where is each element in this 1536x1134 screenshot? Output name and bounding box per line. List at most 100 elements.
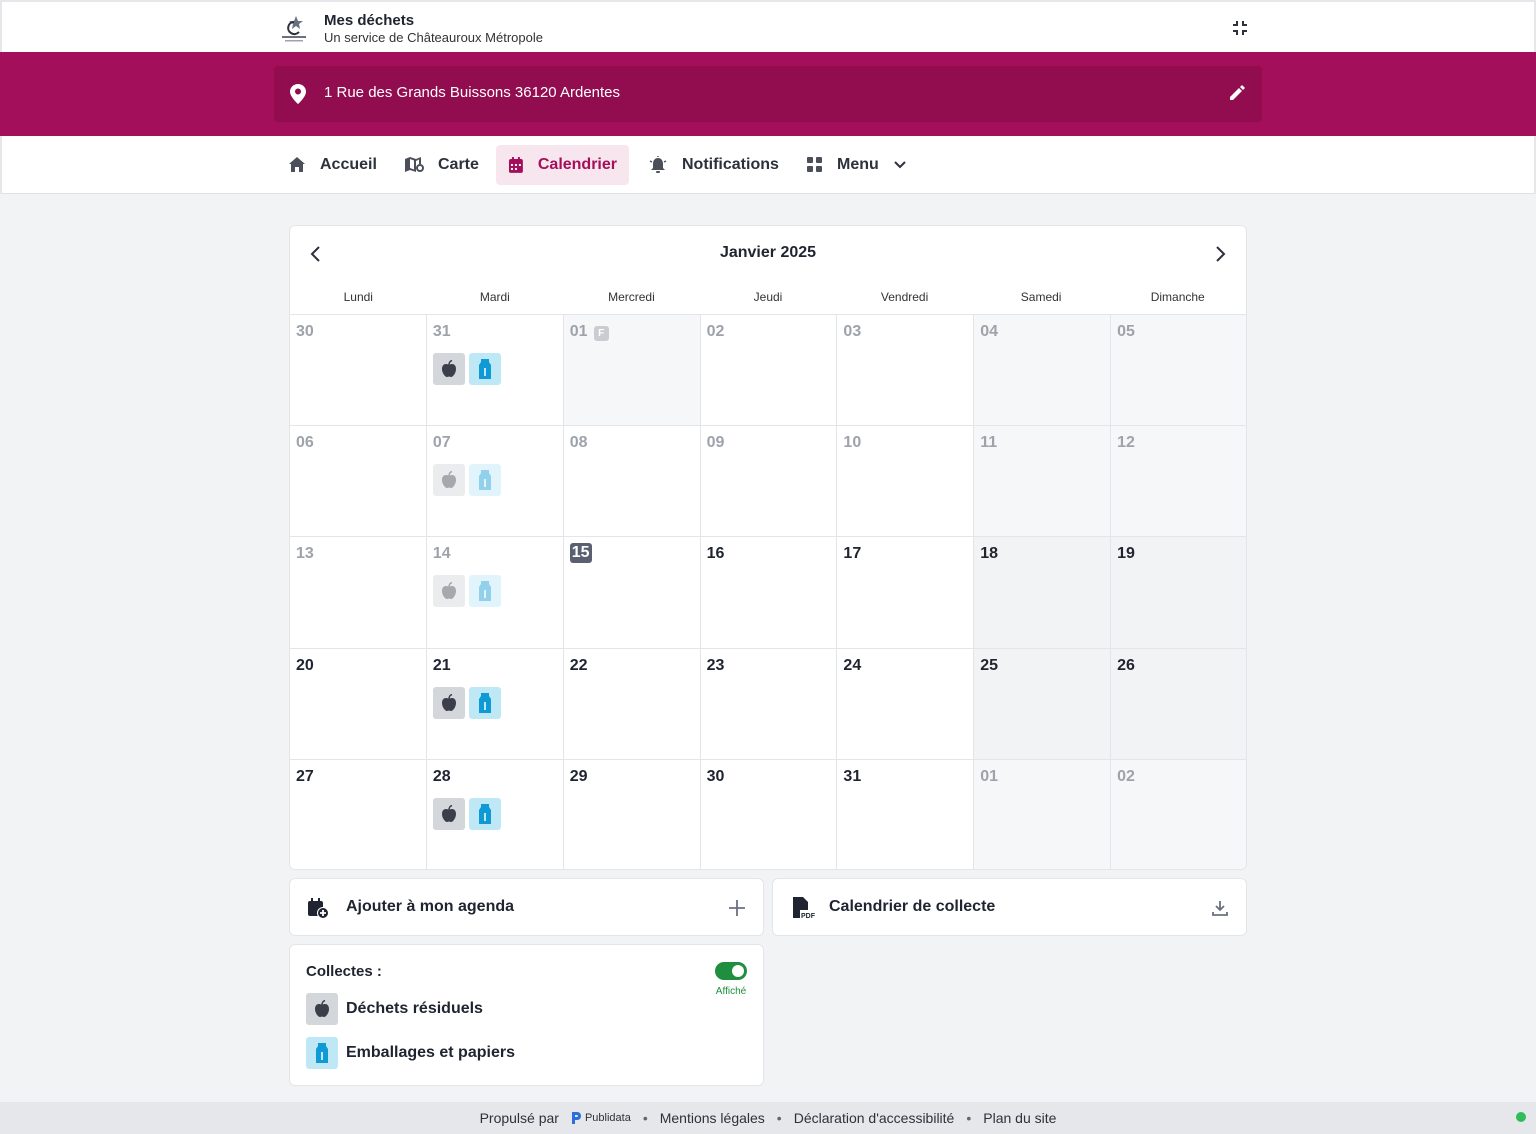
footer-link-sitemap[interactable]: Plan du site: [983, 1110, 1056, 1126]
day-number: 28: [432, 767, 451, 785]
calendar-day-cell[interactable]: 04: [974, 315, 1112, 427]
day-number: 20: [296, 656, 314, 674]
add-to-agenda-button[interactable]: Ajouter à mon agenda: [289, 878, 764, 936]
carton-icon[interactable]: [468, 575, 501, 608]
weekday-label: Jeudi: [753, 290, 783, 304]
calendar-day-cell[interactable]: 31: [426, 315, 564, 427]
collapse-icon[interactable]: [1228, 16, 1252, 40]
map-pin-icon: [290, 84, 306, 104]
pencil-icon[interactable]: [1228, 84, 1246, 102]
calendar-day-cell[interactable]: 06: [290, 426, 427, 538]
day-number: 26: [1117, 656, 1135, 674]
carton-icon[interactable]: [468, 464, 501, 497]
footer-link-mentions[interactable]: Mentions légales: [660, 1110, 765, 1126]
address-selector[interactable]: 1 Rue des Grands Buissons 36120 Ardentes: [274, 66, 1262, 122]
apple-icon[interactable]: [432, 353, 465, 385]
calendar-day-cell[interactable]: 16: [700, 537, 838, 649]
collection-icons: [432, 575, 501, 608]
day-number: 16: [706, 545, 725, 563]
chevron-right-icon[interactable]: [1210, 244, 1230, 264]
nav-item-calendrier[interactable]: Calendrier: [496, 145, 629, 185]
carton-icon[interactable]: [468, 353, 501, 385]
calendar-day-cell[interactable]: 15: [563, 537, 701, 649]
calendar-day-cell[interactable]: 12: [1111, 426, 1246, 538]
calendar-day-cell[interactable]: 30: [290, 315, 427, 427]
apple-icon[interactable]: [432, 686, 465, 719]
legend-item-residual: Déchets résiduels: [306, 993, 483, 1025]
calendar-day-cell[interactable]: 20: [290, 648, 427, 760]
calendar-day-cell[interactable]: 14: [426, 537, 564, 649]
calendar-day-cell[interactable]: 26: [1111, 648, 1246, 760]
calendar-month-title: Janvier 2025: [719, 244, 817, 261]
weekday-label: Mercredi: [608, 290, 655, 304]
collection-icons: [432, 686, 501, 719]
bell-icon: [649, 156, 667, 173]
calendar-day-cell[interactable]: 23: [700, 648, 838, 760]
apple-icon[interactable]: [432, 797, 465, 830]
calendar-day-cell[interactable]: 03: [837, 315, 975, 427]
top-bar: Mes déchets Un service de Châteauroux Mé…: [0, 0, 1536, 52]
add-to-agenda-label: Ajouter à mon agenda: [346, 898, 515, 915]
nav-item-carte[interactable]: Carte: [392, 145, 491, 185]
day-number: 30: [706, 767, 725, 785]
calendar-day-cell[interactable]: 02: [1111, 759, 1246, 869]
legend-label: Déchets résiduels: [346, 1000, 483, 1017]
calendar-day-cell[interactable]: 24: [837, 648, 975, 760]
nav-item-accueil[interactable]: Accueil: [276, 145, 389, 185]
carton-icon[interactable]: [468, 797, 501, 830]
footer: Propulsé par Publidata • Mentions légale…: [0, 1102, 1536, 1134]
calendar-day-cell[interactable]: 29: [563, 759, 701, 869]
address-text: 1 Rue des Grands Buissons 36120 Ardentes: [324, 84, 621, 101]
day-number: 12: [1117, 434, 1135, 452]
day-number: 23: [706, 656, 725, 674]
nav-item-notifications[interactable]: Notifications: [636, 145, 791, 185]
day-number: 18: [980, 545, 999, 563]
publidata-link[interactable]: Publidata: [571, 1112, 631, 1124]
day-number: 10: [843, 434, 862, 452]
calendar-day-cell[interactable]: 09: [700, 426, 838, 538]
calendar-day-cell[interactable]: 07: [426, 426, 564, 538]
calendar-day-cell[interactable]: 01: [974, 759, 1112, 869]
plus-icon: [729, 900, 745, 916]
apple-icon[interactable]: [432, 575, 465, 608]
download-pdf-button[interactable]: PDF Calendrier de collecte: [772, 878, 1247, 936]
nav-item-menu[interactable]: Menu: [795, 145, 919, 185]
calendar-day-cell[interactable]: 19: [1111, 537, 1246, 649]
calendar-day-cell[interactable]: 08: [563, 426, 701, 538]
day-number: 11: [980, 434, 998, 452]
calendar-add-icon: [308, 898, 329, 919]
calendar-day-cell[interactable]: 01 F: [563, 315, 701, 427]
calendar-day-cell[interactable]: 02: [700, 315, 838, 427]
chevron-down-icon: [894, 161, 906, 169]
carton-icon[interactable]: [468, 686, 501, 719]
calendar-day-cell[interactable]: 27: [290, 759, 427, 869]
calendar-day-cell[interactable]: 25: [974, 648, 1112, 760]
calendar-day-cell[interactable]: 13: [290, 537, 427, 649]
map-icon: [405, 157, 424, 172]
weekday-header: Lundi Mardi Mercredi Jeudi Vendredi Samedi Dim…: [290, 290, 1246, 314]
calendar-day-cell[interactable]: 11: [974, 426, 1112, 538]
calendar-day-cell[interactable]: 05: [1111, 315, 1246, 427]
calendar-day-cell[interactable]: 22: [563, 648, 701, 760]
calendar-day-cell[interactable]: 17: [837, 537, 975, 649]
grid-icon: [807, 157, 822, 172]
footer-link-accessibility[interactable]: Déclaration d'accessibilité: [794, 1110, 955, 1126]
apple-icon[interactable]: [432, 464, 465, 497]
calendar-day-cell[interactable]: 18: [974, 537, 1112, 649]
collections-toggle[interactable]: [715, 962, 747, 980]
calendar-day-cell[interactable]: 31: [837, 759, 975, 869]
day-number: 01: [569, 323, 588, 340]
apple-icon: [306, 993, 338, 1025]
day-number: 31: [843, 767, 862, 785]
calendar-day-cell[interactable]: 21: [426, 648, 564, 760]
day-number: 25: [980, 656, 999, 674]
calendar-day-cell[interactable]: 10: [837, 426, 975, 538]
chateauroux-logo-icon[interactable]: [278, 12, 310, 44]
address-bar: 1 Rue des Grands Buissons 36120 Ardentes: [0, 52, 1536, 136]
footer-separator: •: [776, 1110, 782, 1126]
day-number: 31: [432, 323, 451, 340]
footer-separator: •: [966, 1110, 972, 1126]
calendar-day-cell[interactable]: 30: [700, 759, 838, 869]
calendar-day-cell[interactable]: 28: [426, 759, 564, 869]
collections-legend: Collectes : Affiché Déchets résiduels Em…: [289, 944, 764, 1086]
